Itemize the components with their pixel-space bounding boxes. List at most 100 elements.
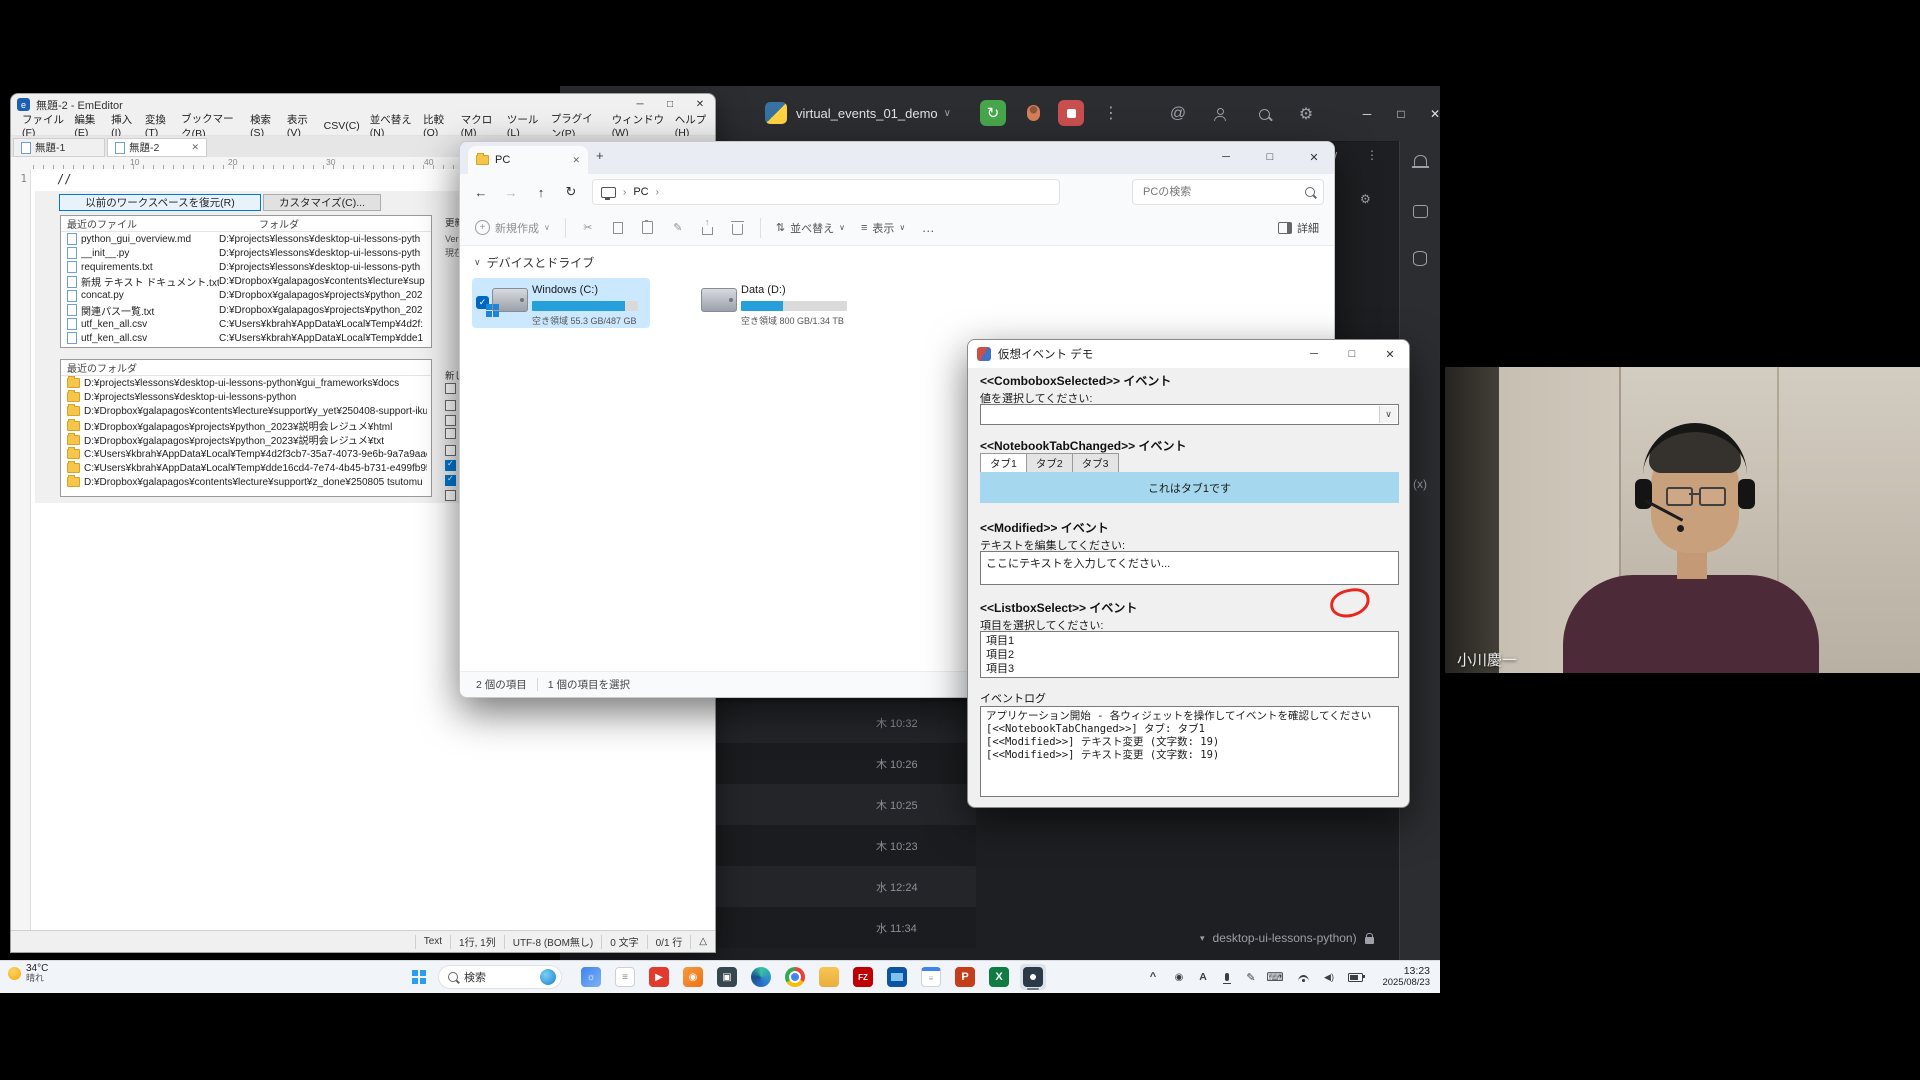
- taskbar-icon-notepad[interactable]: ≡: [918, 964, 944, 990]
- recent-file-row[interactable]: utf_ken_all.csvC:¥Users¥kbrah¥AppData¥Lo…: [61, 331, 431, 345]
- taskbar-icon-photos[interactable]: ◉: [680, 964, 706, 990]
- taskbar-clock[interactable]: 13:23 2025/08/23: [1382, 965, 1430, 988]
- maximize-button[interactable]: □: [1333, 340, 1371, 368]
- menu-compare[interactable]: 比較(O): [418, 112, 456, 139]
- pen-tray-icon[interactable]: ✎: [1240, 961, 1262, 993]
- minimize-button[interactable]: ─: [1206, 142, 1246, 172]
- new-item-button[interactable]: + 新規作成 ∨: [470, 220, 555, 236]
- restore-workspace-button[interactable]: 以前のワークスペースを復元(R): [59, 194, 261, 211]
- checkbox-icon[interactable]: [445, 490, 456, 501]
- menu-help[interactable]: ヘルプ(H): [670, 112, 715, 139]
- sort-button[interactable]: ⇅ 並べ替え ∨: [771, 220, 850, 236]
- notifications-bell-icon[interactable]: [1400, 155, 1440, 166]
- minimize-button[interactable]: ─: [1350, 86, 1384, 141]
- list-item[interactable]: 木 10:25: [716, 784, 976, 825]
- recent-folder-row[interactable]: D:¥Dropbox¥galapagos¥projects¥python_202…: [61, 433, 431, 447]
- details-pane-toggle[interactable]: 詳細: [1273, 220, 1324, 236]
- menu-csv[interactable]: CSV(C): [319, 120, 365, 132]
- drive-data-d[interactable]: Data (D:) 空き領域 800 GB/1.34 TB: [681, 278, 859, 328]
- breadcrumb[interactable]: PC: [633, 186, 648, 198]
- listbox[interactable]: 項目1 項目2 項目3: [980, 631, 1399, 678]
- search-icon[interactable]: [1250, 100, 1278, 128]
- more-options-button[interactable]: …: [916, 216, 940, 240]
- ai-assistant-icon[interactable]: [1400, 205, 1440, 218]
- taskbar-icon-dark-app[interactable]: ▣: [714, 964, 740, 990]
- close-button[interactable]: ✕: [1371, 340, 1409, 368]
- taskbar-icon-chrome[interactable]: [782, 964, 808, 990]
- list-item[interactable]: 水 12:24: [716, 866, 976, 907]
- search-input[interactable]: [1141, 185, 1305, 199]
- maximize-button[interactable]: □: [1384, 86, 1418, 141]
- add-user-icon[interactable]: [1206, 100, 1234, 128]
- cut-button[interactable]: ✂: [576, 216, 600, 240]
- run-configuration-selector[interactable]: virtual_events_01_demo ∨: [796, 86, 951, 141]
- delete-button[interactable]: [726, 216, 750, 240]
- list-item[interactable]: 木 10:26: [716, 743, 976, 784]
- checkbox-icon[interactable]: [445, 383, 456, 394]
- camera-tray-icon[interactable]: ◉: [1168, 961, 1190, 993]
- menu-convert[interactable]: 変換(T): [140, 112, 176, 139]
- taskbar-icon-powerpoint[interactable]: P: [952, 964, 978, 990]
- taskbar-search[interactable]: 検索: [438, 965, 562, 989]
- tab-3[interactable]: タブ3: [1073, 453, 1119, 474]
- menu-tools[interactable]: ツール(L): [502, 112, 546, 139]
- maximize-button[interactable]: □: [1250, 142, 1290, 172]
- new-tab-button[interactable]: +: [596, 148, 604, 163]
- recent-folder-row[interactable]: D:¥projects¥lessons¥desktop-ui-lessons-p…: [61, 376, 431, 390]
- recent-file-row[interactable]: requirements.txtD:¥projects¥lessons¥desk…: [61, 260, 431, 274]
- checkbox-checked-icon[interactable]: [445, 475, 456, 486]
- taskbar-icon-excel[interactable]: X: [986, 964, 1012, 990]
- tab-2[interactable]: タブ2: [1027, 453, 1073, 474]
- close-button[interactable]: ✕: [1418, 86, 1452, 141]
- checkbox-icon[interactable]: [445, 445, 456, 456]
- mic-tray-icon[interactable]: [1216, 961, 1238, 993]
- start-button[interactable]: [412, 970, 426, 984]
- minimize-button[interactable]: ─: [1295, 340, 1333, 368]
- stop-button[interactable]: [1058, 100, 1084, 126]
- menu-sort[interactable]: 並べ替え(N): [365, 112, 418, 139]
- menu-insert[interactable]: 挿入(I): [106, 112, 140, 139]
- taskbar-icon-screen-share[interactable]: [1020, 964, 1046, 990]
- recent-file-row[interactable]: 関連パス一覧.txtD:¥Dropbox¥galapagos¥projects¥…: [61, 303, 431, 317]
- taskbar-icon-widgets[interactable]: ☼: [578, 964, 604, 990]
- view-button[interactable]: ≡ 表示 ∨: [856, 220, 910, 236]
- text-widget[interactable]: ここにテキストを入力してください...: [980, 551, 1399, 585]
- paste-button[interactable]: [636, 216, 660, 240]
- copilot-icon[interactable]: @: [1164, 100, 1192, 128]
- list-item[interactable]: 水 11:34: [716, 907, 976, 948]
- recent-folder-row[interactable]: D:¥Dropbox¥galapagos¥contents¥lecture¥su…: [61, 475, 431, 489]
- rename-button[interactable]: ✎: [666, 216, 690, 240]
- weather-widget[interactable]: 34°C 晴れ: [8, 964, 48, 983]
- taskbar-icon-media[interactable]: ▶: [646, 964, 672, 990]
- listbox-item[interactable]: 項目2: [986, 648, 1393, 662]
- recent-folder-row[interactable]: D:¥Dropbox¥galapagos¥projects¥python_202…: [61, 419, 431, 433]
- listbox-item[interactable]: 項目3: [986, 662, 1393, 676]
- tab-untitled-2[interactable]: 無題-2 ✕: [107, 138, 207, 157]
- chevron-down-icon[interactable]: ∨: [1379, 406, 1397, 423]
- menu-search[interactable]: 検索(S): [245, 112, 282, 139]
- menu-file[interactable]: ファイル(F): [17, 112, 69, 139]
- keyboard-tray-icon[interactable]: ⌨: [1264, 961, 1286, 993]
- address-bar[interactable]: › PC ›: [592, 179, 1060, 205]
- tk-titlebar[interactable]: 仮想イベント デモ ─ □ ✕: [968, 340, 1409, 368]
- database-icon[interactable]: [1400, 251, 1440, 266]
- up-button[interactable]: ↑: [526, 185, 556, 200]
- wifi-tray-icon[interactable]: [1292, 961, 1314, 993]
- menu-macros[interactable]: マクロ(M): [456, 112, 502, 139]
- recent-folder-row[interactable]: D:¥Dropbox¥galapagos¥contents¥lecture¥su…: [61, 404, 431, 418]
- combobox[interactable]: ∨: [980, 404, 1399, 425]
- battery-tray-icon[interactable]: [1344, 961, 1366, 993]
- taskbar-icon-folder[interactable]: [816, 964, 842, 990]
- recent-folder-row[interactable]: D:¥projects¥lessons¥desktop-ui-lessons-p…: [61, 390, 431, 404]
- interpreter-status[interactable]: ▾ desktop-ui-lessons-python): [1200, 926, 1374, 950]
- tab-1[interactable]: タブ1: [980, 453, 1027, 473]
- taskbar-icon-filezilla[interactable]: FZ: [850, 964, 876, 990]
- ime-mode-icon[interactable]: A: [1192, 961, 1214, 993]
- taskbar-icon-edge[interactable]: [748, 964, 774, 990]
- devices-and-drives-header[interactable]: ∨ デバイスとドライブ: [474, 254, 594, 271]
- recent-folder-row[interactable]: C:¥Users¥kbrah¥AppData¥Local¥Temp¥4d2f3c…: [61, 447, 431, 461]
- run-more-options-button[interactable]: ⋮: [1098, 100, 1124, 126]
- settings-gear-icon[interactable]: ⚙: [1292, 100, 1320, 128]
- checkbox-icon[interactable]: [445, 428, 456, 439]
- editor-kebab-icon[interactable]: ⋮: [1366, 148, 1378, 162]
